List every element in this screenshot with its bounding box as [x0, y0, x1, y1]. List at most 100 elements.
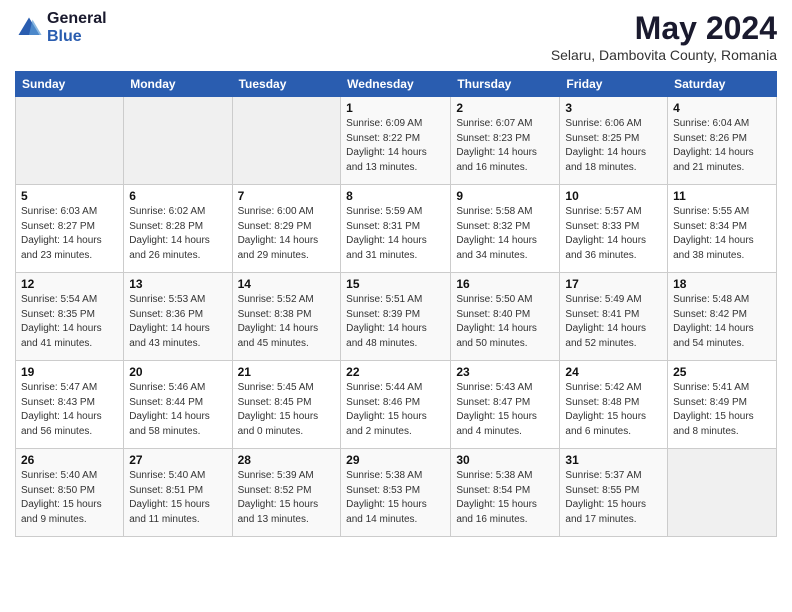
- day-info: Sunrise: 6:07 AM Sunset: 8:23 PM Dayligh…: [456, 117, 554, 175]
- calendar-cell: 7 Sunrise: 6:00 AM Sunset: 8:29 PM Daylig…: [232, 185, 341, 273]
- day-number: 20: [129, 365, 226, 379]
- day-number: 28: [238, 453, 336, 467]
- day-info: Sunrise: 5:46 AM Sunset: 8:44 PM Dayligh…: [129, 381, 226, 439]
- logo-blue: Blue: [47, 28, 82, 45]
- column-header-wednesday: Wednesday: [341, 72, 451, 97]
- title-block: May 2024 Selaru, Dambovita County, Roman…: [551, 10, 777, 63]
- day-number: 22: [346, 365, 445, 379]
- day-number: 23: [456, 365, 554, 379]
- calendar-cell: 24Sunrise: 5:42 AM Sunset: 8:48 PM Dayli…: [560, 361, 668, 449]
- day-number: 10: [565, 189, 662, 203]
- day-number: 9: [456, 189, 554, 203]
- subtitle: Selaru, Dambovita County, Romania: [551, 47, 777, 63]
- column-header-friday: Friday: [560, 72, 668, 97]
- day-number: 13: [129, 277, 226, 291]
- page-header: General Blue May 2024 Selaru, Dambovita …: [15, 10, 777, 63]
- day-number: 8: [346, 189, 445, 203]
- day-number: 7: [238, 189, 336, 203]
- calendar-cell: 25 Sunrise: 5:41 AM Sunset: 8:49 PM Dayli…: [668, 361, 777, 449]
- calendar-cell: 5Sunrise: 6:03 AM Sunset: 8:27 PM Daylig…: [16, 185, 124, 273]
- day-info: Sunrise: 6:03 AM Sunset: 8:27 PM Dayligh…: [21, 205, 118, 263]
- column-header-saturday: Saturday: [668, 72, 777, 97]
- day-info: Sunrise: 5:42 AM Sunset: 8:48 PM Dayligh…: [565, 381, 662, 439]
- calendar-week-row: 19 Sunrise: 5:47 AM Sunset: 8:43 PM Dayli…: [16, 361, 777, 449]
- calendar-header-row: SundayMondayTuesdayWednesdayThursdayFrid…: [16, 72, 777, 97]
- calendar-cell: 16Sunrise: 5:50 AM Sunset: 8:40 PM Dayli…: [451, 273, 560, 361]
- column-header-thursday: Thursday: [451, 72, 560, 97]
- day-number: 18: [673, 277, 771, 291]
- calendar-cell: 11Sunrise: 5:55 AM Sunset: 8:34 PM Dayli…: [668, 185, 777, 273]
- calendar-cell: 6 Sunrise: 6:02 AM Sunset: 8:28 PM Daylig…: [124, 185, 232, 273]
- day-info: Sunrise: 5:48 AM Sunset: 8:42 PM Dayligh…: [673, 293, 771, 351]
- day-info: Sunrise: 5:43 AM Sunset: 8:47 PM Dayligh…: [456, 381, 554, 439]
- logo-icon: [15, 14, 43, 42]
- calendar-cell: [668, 449, 777, 537]
- day-number: 29: [346, 453, 445, 467]
- calendar-cell: 22 Sunrise: 5:44 AM Sunset: 8:46 PM Dayli…: [341, 361, 451, 449]
- calendar-table: SundayMondayTuesdayWednesdayThursdayFrid…: [15, 71, 777, 537]
- day-info: Sunrise: 5:45 AM Sunset: 8:45 PM Dayligh…: [238, 381, 336, 439]
- calendar-cell: 20 Sunrise: 5:46 AM Sunset: 8:44 PM Dayli…: [124, 361, 232, 449]
- day-info: Sunrise: 5:39 AM Sunset: 8:52 PM Dayligh…: [238, 469, 336, 527]
- column-header-monday: Monday: [124, 72, 232, 97]
- calendar-cell: 27Sunrise: 5:40 AM Sunset: 8:51 PM Dayli…: [124, 449, 232, 537]
- calendar-cell: 1 Sunrise: 6:09 AM Sunset: 8:22 PM Daylig…: [341, 97, 451, 185]
- day-info: Sunrise: 5:51 AM Sunset: 8:39 PM Dayligh…: [346, 293, 445, 351]
- calendar-cell: 14 Sunrise: 5:52 AM Sunset: 8:38 PM Dayli…: [232, 273, 341, 361]
- day-info: Sunrise: 6:09 AM Sunset: 8:22 PM Dayligh…: [346, 117, 445, 175]
- day-number: 4: [673, 101, 771, 115]
- calendar-cell: 21Sunrise: 5:45 AM Sunset: 8:45 PM Dayli…: [232, 361, 341, 449]
- day-number: 27: [129, 453, 226, 467]
- day-number: 19: [21, 365, 118, 379]
- day-info: Sunrise: 5:38 AM Sunset: 8:54 PM Dayligh…: [456, 469, 554, 527]
- calendar-cell: 29 Sunrise: 5:38 AM Sunset: 8:53 PM Dayli…: [341, 449, 451, 537]
- day-number: 31: [565, 453, 662, 467]
- day-number: 6: [129, 189, 226, 203]
- calendar-cell: 12Sunrise: 5:54 AM Sunset: 8:35 PM Dayli…: [16, 273, 124, 361]
- day-info: Sunrise: 5:53 AM Sunset: 8:36 PM Dayligh…: [129, 293, 226, 351]
- calendar-cell: 9 Sunrise: 5:58 AM Sunset: 8:32 PM Daylig…: [451, 185, 560, 273]
- day-info: Sunrise: 5:47 AM Sunset: 8:43 PM Dayligh…: [21, 381, 118, 439]
- day-info: Sunrise: 5:55 AM Sunset: 8:34 PM Dayligh…: [673, 205, 771, 263]
- day-number: 25: [673, 365, 771, 379]
- day-number: 3: [565, 101, 662, 115]
- day-info: Sunrise: 6:06 AM Sunset: 8:25 PM Dayligh…: [565, 117, 662, 175]
- logo-general: General: [47, 10, 107, 27]
- day-info: Sunrise: 5:50 AM Sunset: 8:40 PM Dayligh…: [456, 293, 554, 351]
- main-title: May 2024: [551, 10, 777, 47]
- calendar-cell: 18 Sunrise: 5:48 AM Sunset: 8:42 PM Dayli…: [668, 273, 777, 361]
- day-number: 15: [346, 277, 445, 291]
- day-info: Sunrise: 5:40 AM Sunset: 8:50 PM Dayligh…: [21, 469, 118, 527]
- day-number: 14: [238, 277, 336, 291]
- day-info: Sunrise: 5:38 AM Sunset: 8:53 PM Dayligh…: [346, 469, 445, 527]
- calendar-cell: [124, 97, 232, 185]
- day-info: Sunrise: 6:02 AM Sunset: 8:28 PM Dayligh…: [129, 205, 226, 263]
- calendar-cell: 13 Sunrise: 5:53 AM Sunset: 8:36 PM Dayli…: [124, 273, 232, 361]
- day-info: Sunrise: 5:58 AM Sunset: 8:32 PM Dayligh…: [456, 205, 554, 263]
- day-number: 26: [21, 453, 118, 467]
- calendar-week-row: 26 Sunrise: 5:40 AM Sunset: 8:50 PM Dayli…: [16, 449, 777, 537]
- calendar-cell: 3 Sunrise: 6:06 AM Sunset: 8:25 PM Daylig…: [560, 97, 668, 185]
- day-info: Sunrise: 5:49 AM Sunset: 8:41 PM Dayligh…: [565, 293, 662, 351]
- day-info: Sunrise: 5:52 AM Sunset: 8:38 PM Dayligh…: [238, 293, 336, 351]
- day-info: Sunrise: 5:59 AM Sunset: 8:31 PM Dayligh…: [346, 205, 445, 263]
- day-info: Sunrise: 5:57 AM Sunset: 8:33 PM Dayligh…: [565, 205, 662, 263]
- calendar-cell: 26 Sunrise: 5:40 AM Sunset: 8:50 PM Dayli…: [16, 449, 124, 537]
- day-number: 17: [565, 277, 662, 291]
- calendar-cell: 30Sunrise: 5:38 AM Sunset: 8:54 PM Dayli…: [451, 449, 560, 537]
- calendar-week-row: 1 Sunrise: 6:09 AM Sunset: 8:22 PM Daylig…: [16, 97, 777, 185]
- day-info: Sunrise: 5:37 AM Sunset: 8:55 PM Dayligh…: [565, 469, 662, 527]
- calendar-cell: 17 Sunrise: 5:49 AM Sunset: 8:41 PM Dayli…: [560, 273, 668, 361]
- calendar-cell: 15 Sunrise: 5:51 AM Sunset: 8:39 PM Dayli…: [341, 273, 451, 361]
- column-header-tuesday: Tuesday: [232, 72, 341, 97]
- day-info: Sunrise: 6:04 AM Sunset: 8:26 PM Dayligh…: [673, 117, 771, 175]
- calendar-cell: 8 Sunrise: 5:59 AM Sunset: 8:31 PM Daylig…: [341, 185, 451, 273]
- calendar-cell: 2Sunrise: 6:07 AM Sunset: 8:23 PM Daylig…: [451, 97, 560, 185]
- calendar-cell: 23 Sunrise: 5:43 AM Sunset: 8:47 PM Dayli…: [451, 361, 560, 449]
- day-info: Sunrise: 6:00 AM Sunset: 8:29 PM Dayligh…: [238, 205, 336, 263]
- calendar-cell: 28 Sunrise: 5:39 AM Sunset: 8:52 PM Dayli…: [232, 449, 341, 537]
- day-info: Sunrise: 5:44 AM Sunset: 8:46 PM Dayligh…: [346, 381, 445, 439]
- logo: General Blue: [15, 10, 107, 46]
- day-number: 1: [346, 101, 445, 115]
- day-info: Sunrise: 5:41 AM Sunset: 8:49 PM Dayligh…: [673, 381, 771, 439]
